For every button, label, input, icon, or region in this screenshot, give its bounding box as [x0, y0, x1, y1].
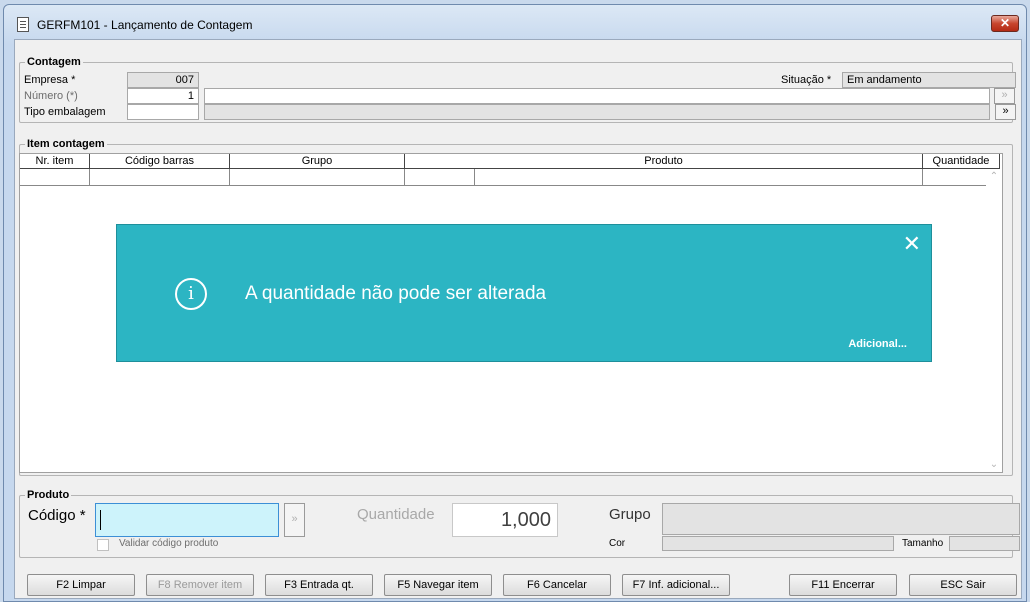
encerrar-button[interactable]: F11 Encerrar	[789, 574, 897, 596]
column-header-quantidade[interactable]: Quantidade	[923, 154, 1000, 169]
toast-additional-link[interactable]: Adicional...	[848, 338, 907, 350]
inf-adicional-button[interactable]: F7 Inf. adicional...	[622, 574, 730, 596]
column-header-codigo-barras[interactable]: Código barras	[90, 154, 230, 169]
main-window: GERFM101 - Lançamento de Contagem ✕ Cont…	[3, 4, 1027, 602]
notification-toast: i A quantidade não pode ser alterada ✕ A…	[116, 224, 932, 362]
numero-lookup-button[interactable]: »	[994, 88, 1015, 104]
info-icon: i	[175, 278, 207, 310]
entrada-qt-button[interactable]: F3 Entrada qt.	[265, 574, 373, 596]
cell-produto-name[interactable]	[475, 169, 923, 186]
tamanho-label: Tamanho	[902, 538, 944, 549]
tipo-embalagem-lookup-button[interactable]: »	[995, 104, 1016, 120]
item-contagem-group-title: Item contagem	[25, 138, 107, 150]
produto-group-title: Produto	[25, 489, 72, 501]
codigo-label: Código *	[28, 507, 86, 524]
grupo-field	[662, 503, 1020, 535]
grupo-label: Grupo	[609, 506, 651, 523]
cell-produto-code[interactable]	[405, 169, 475, 186]
cell-codigo-barras[interactable]	[90, 169, 230, 186]
sair-button[interactable]: ESC Sair	[909, 574, 1017, 596]
grid-header: Nr. item Código barras Grupo Produto Qua…	[20, 154, 1000, 169]
situacao-field: Em andamento	[842, 72, 1016, 88]
table-row[interactable]	[20, 169, 1000, 186]
scroll-up-icon[interactable]: ⌃	[986, 171, 1002, 182]
numero-label: Número (*)	[24, 90, 78, 102]
empresa-label: Empresa *	[24, 74, 76, 86]
text-caret	[100, 510, 101, 530]
toast-close-icon[interactable]: ✕	[903, 231, 921, 257]
tipo-embalagem-field[interactable]	[127, 104, 199, 120]
cor-field	[662, 536, 894, 551]
tamanho-field	[949, 536, 1020, 551]
column-header-nr-item[interactable]: Nr. item	[20, 154, 90, 169]
document-icon	[17, 17, 29, 32]
numero-field[interactable]: 1	[127, 88, 199, 104]
validar-codigo-label: Validar código produto	[119, 538, 219, 549]
grid-vertical-scrollbar[interactable]: ⌃ ⌄	[986, 169, 1002, 472]
title-bar: GERFM101 - Lançamento de Contagem ✕	[4, 5, 1026, 37]
codigo-produto-input[interactable]	[95, 503, 279, 537]
validar-codigo-checkbox[interactable]	[97, 539, 109, 551]
column-header-produto[interactable]: Produto	[405, 154, 923, 169]
cancelar-button[interactable]: F6 Cancelar	[503, 574, 611, 596]
codigo-lookup-button[interactable]: »	[284, 503, 305, 537]
window-title: GERFM101 - Lançamento de Contagem	[37, 18, 253, 32]
toast-message: A quantidade não pode ser alterada	[245, 283, 547, 304]
quantidade-label: Quantidade	[357, 506, 435, 523]
tipo-embalagem-label: Tipo embalagem	[24, 106, 106, 118]
scroll-down-icon[interactable]: ⌄	[986, 459, 1002, 470]
column-header-grupo[interactable]: Grupo	[230, 154, 405, 169]
quantidade-field[interactable]: 1,000	[452, 503, 558, 537]
tipo-embalagem-description-field	[204, 104, 990, 120]
navegar-item-button[interactable]: F5 Navegar item	[384, 574, 492, 596]
window-close-button[interactable]: ✕	[991, 15, 1019, 32]
form-client-area: Contagem Empresa * 007 Número (*) 1 » Ti…	[14, 39, 1022, 599]
numero-description-field[interactable]	[204, 88, 990, 104]
limpar-button[interactable]: F2 Limpar	[27, 574, 135, 596]
situacao-label: Situação *	[781, 74, 832, 86]
cell-grupo[interactable]	[230, 169, 405, 186]
cell-nr-item[interactable]	[20, 169, 90, 186]
contagem-group-title: Contagem	[25, 56, 83, 68]
cor-label: Cor	[609, 538, 626, 549]
remover-item-button[interactable]: F8 Remover item	[146, 574, 254, 596]
empresa-field[interactable]: 007	[127, 72, 199, 88]
